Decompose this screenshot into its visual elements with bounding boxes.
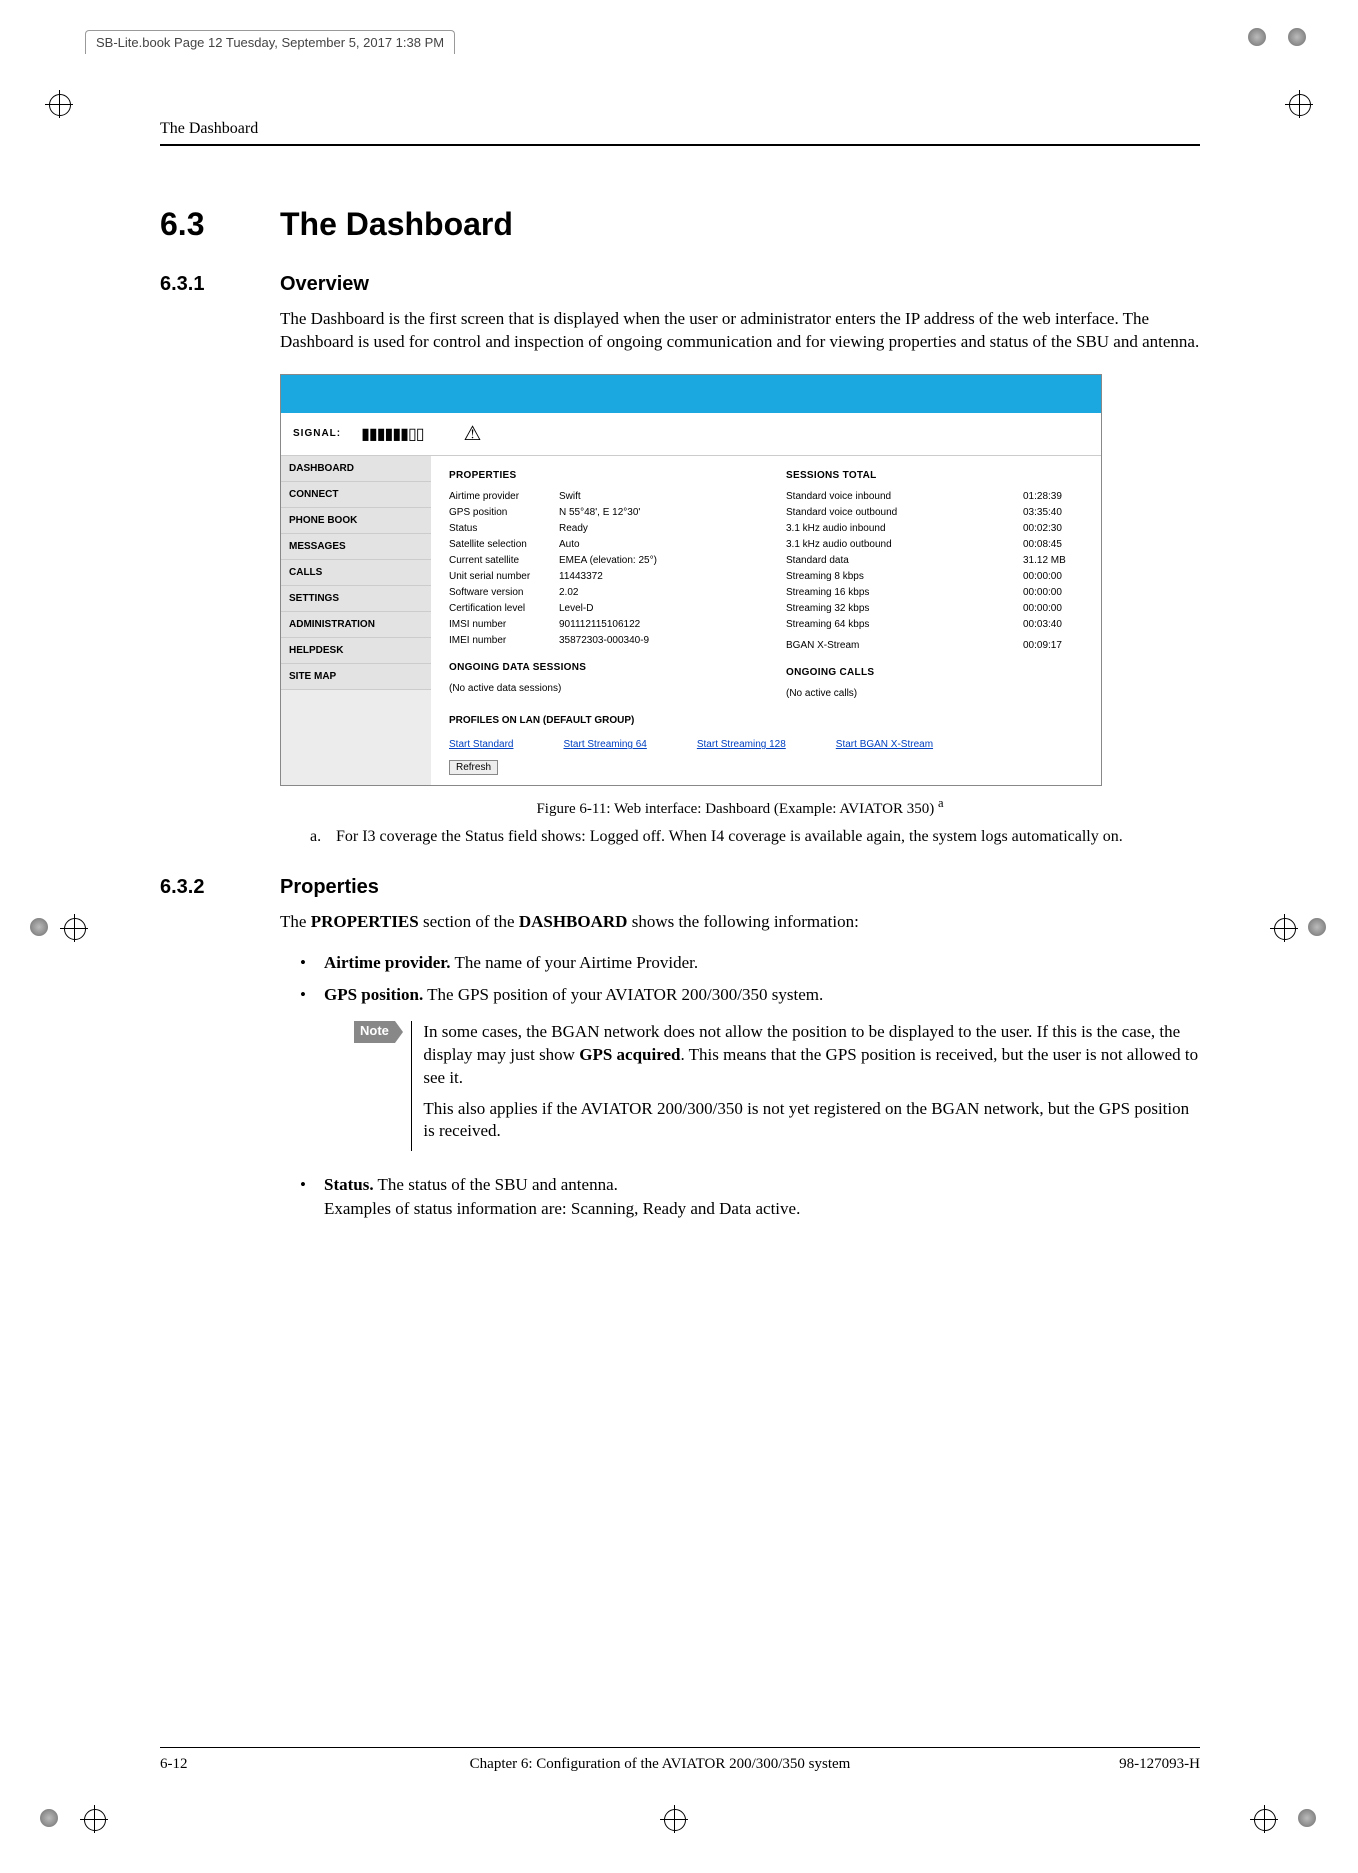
sidebar-item[interactable]: SETTINGS (281, 586, 431, 612)
profile-link[interactable]: Start Streaming 64 (563, 739, 646, 750)
session-row: 3.1 kHz audio outbound00:08:45 (786, 539, 1083, 550)
sidebar-item[interactable]: PHONE BOOK (281, 508, 431, 534)
properties-bullet-list: • Airtime provider. The name of your Air… (300, 951, 1200, 1221)
page-footer: 6-12 Chapter 6: Configuration of the AVI… (160, 1747, 1200, 1773)
sidebar-item[interactable]: MESSAGES (281, 534, 431, 560)
property-row: StatusReady (449, 523, 746, 534)
title-bar (281, 375, 1101, 413)
book-source-header: SB-Lite.book Page 12 Tuesday, September … (85, 30, 455, 54)
sidebar-item[interactable]: SITE MAP (281, 664, 431, 690)
sessions-column: SESSIONS TOTAL Standard voice inbound01:… (786, 470, 1083, 699)
property-row: IMSI number901112115106122 (449, 619, 746, 630)
session-row: Standard data31.12 MB (786, 555, 1083, 566)
sidebar-item[interactable]: DASHBOARD (281, 456, 431, 482)
sidebar-item[interactable]: CALLS (281, 560, 431, 586)
crop-mark (1308, 918, 1328, 938)
ongoing-data-text: (No active data sessions) (449, 683, 746, 694)
property-row: Satellite selectionAuto (449, 539, 746, 550)
session-row: Streaming 16 kbps00:00:00 (786, 587, 1083, 598)
warning-icon: ⚠ (464, 421, 482, 446)
properties-intro: The PROPERTIES section of the DASHBOARD … (280, 911, 1200, 934)
subsection-title: Properties (280, 876, 379, 899)
session-row: Standard voice inbound01:28:39 (786, 491, 1083, 502)
session-row: Standard voice outbound03:35:40 (786, 507, 1083, 518)
session-row: Streaming 64 kbps00:03:40 (786, 619, 1083, 630)
subsection-title: Overview (280, 273, 369, 296)
profiles-heading: PROFILES ON LAN (DEFAULT GROUP) (449, 715, 1083, 726)
list-item: • Status. The status of the SBU and ante… (300, 1173, 1200, 1221)
sidebar-item[interactable]: ADMINISTRATION (281, 612, 431, 638)
note-tag: Note (354, 1021, 395, 1043)
content-area: The Dashboard 6.3 The Dashboard 6.3.1 Ov… (160, 120, 1200, 1238)
section-title: The Dashboard (280, 206, 513, 243)
signal-label: SIGNAL: (293, 428, 341, 439)
dashboard-main: PROPERTIES Airtime providerSwift GPS posi… (431, 456, 1101, 785)
profile-links: Start Standard Start Streaming 64 Start St… (449, 739, 1083, 754)
profile-link[interactable]: Start BGAN X-Stream (836, 739, 933, 750)
crop-mark (40, 1809, 60, 1829)
property-row: Airtime providerSwift (449, 491, 746, 502)
registration-mark-icon (80, 1805, 108, 1833)
page-number: 6-12 (160, 1756, 280, 1773)
sessions-heading: SESSIONS TOTAL (786, 470, 1083, 481)
ongoing-data-heading: ONGOING DATA SESSIONS (449, 662, 746, 673)
properties-column: PROPERTIES Airtime providerSwift GPS posi… (449, 470, 746, 699)
properties-heading: PROPERTIES (449, 470, 746, 481)
property-row: GPS positionN 55°48', E 12°30' (449, 507, 746, 518)
ongoing-calls-heading: ONGOING CALLS (786, 667, 1083, 678)
note-body: In some cases, the BGAN network does not… (423, 1021, 1200, 1152)
chapter-label: Chapter 6: Configuration of the AVIATOR … (280, 1756, 1040, 1773)
crop-mark (1298, 1809, 1318, 1829)
crop-mark (1248, 28, 1268, 48)
ongoing-calls-text: (No active calls) (786, 688, 1083, 699)
session-row: Streaming 8 kbps00:00:00 (786, 571, 1083, 582)
list-item: • Airtime provider. The name of your Air… (300, 951, 1200, 975)
registration-mark-icon (660, 1805, 688, 1833)
property-row: Software version2.02 (449, 587, 746, 598)
session-row: 3.1 kHz audio inbound00:02:30 (786, 523, 1083, 534)
document-number: 98-127093-H (1040, 1756, 1200, 1773)
section-heading: 6.3 The Dashboard (160, 206, 1200, 243)
property-row: Current satelliteEMEA (elevation: 25°) (449, 555, 746, 566)
refresh-button[interactable]: Refresh (449, 760, 498, 775)
crop-mark (30, 918, 50, 938)
subsection-heading: 6.3.2 Properties (160, 876, 1200, 899)
signal-strength-icon: ▮▮▮▮▮▮▯▯ (361, 424, 423, 444)
note-block: Note In some cases, the BGAN network doe… (354, 1021, 1200, 1152)
subsection-heading: 6.3.1 Overview (160, 273, 1200, 296)
registration-mark-icon (1285, 90, 1313, 118)
session-row: Streaming 32 kbps00:00:00 (786, 603, 1083, 614)
page: SB-Lite.book Page 12 Tuesday, September … (0, 0, 1358, 1873)
signal-row: SIGNAL: ▮▮▮▮▮▮▯▯ ⚠ (281, 413, 1101, 456)
registration-mark-icon (1250, 1805, 1278, 1833)
footnote: a. For I3 coverage the Status field show… (310, 828, 1200, 846)
overview-paragraph: The Dashboard is the first screen that i… (280, 308, 1200, 354)
figure-caption: Figure 6-11: Web interface: Dashboard (E… (280, 796, 1200, 818)
profile-link[interactable]: Start Standard (449, 739, 513, 750)
property-row: Certification levelLevel-D (449, 603, 746, 614)
subsection-number: 6.3.1 (160, 273, 280, 296)
crop-mark (1288, 28, 1308, 48)
session-row: BGAN X-Stream00:09:17 (786, 640, 1083, 651)
registration-mark-icon (45, 90, 73, 118)
registration-mark-icon (60, 914, 88, 942)
running-head: The Dashboard (160, 120, 1200, 146)
sidebar-item[interactable]: HELPDESK (281, 638, 431, 664)
property-row: Unit serial number11443372 (449, 571, 746, 582)
subsection-number: 6.3.2 (160, 876, 280, 899)
section-number: 6.3 (160, 206, 280, 243)
registration-mark-icon (1270, 914, 1298, 942)
sidebar-nav: DASHBOARDCONNECTPHONE BOOKMESSAGESCALLSS… (281, 456, 431, 785)
profile-link[interactable]: Start Streaming 128 (697, 739, 786, 750)
property-row: IMEI number35872303-000340-9 (449, 635, 746, 646)
sidebar-item[interactable]: CONNECT (281, 482, 431, 508)
list-item: • GPS position. The GPS position of your… (300, 983, 1200, 1165)
dashboard-screenshot-figure: SIGNAL: ▮▮▮▮▮▮▯▯ ⚠ DASHBOARDCONNECTPHONE… (280, 374, 1102, 786)
